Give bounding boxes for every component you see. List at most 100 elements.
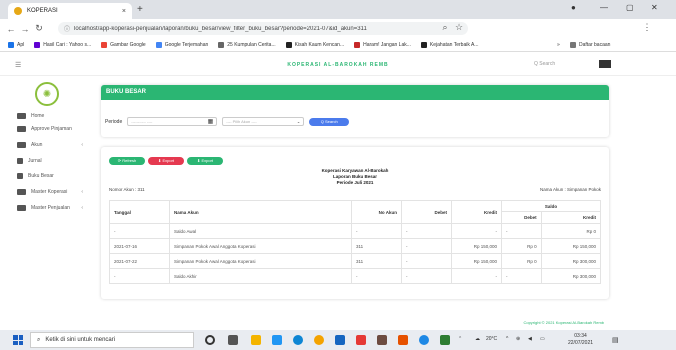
search-icon: ⌕: [37, 336, 41, 343]
more-bookmarks-icon[interactable]: »: [557, 42, 560, 48]
network-icon[interactable]: ⊕: [516, 336, 520, 342]
col-saldo: Saldo: [501, 200, 601, 212]
cortana-icon[interactable]: [205, 335, 215, 345]
star-icon[interactable]: ☆: [452, 22, 466, 33]
sidebar: ✺ Home Approve Pinjaman Akun ‹ Jurnal Bu…: [0, 76, 96, 320]
book-icon: [17, 173, 23, 179]
home-icon: [17, 113, 26, 119]
info-icon: ⓘ: [64, 27, 71, 33]
favicon-icon: [14, 7, 22, 15]
reload-icon[interactable]: ↻: [32, 23, 46, 34]
refresh-button[interactable]: ⟳ Refresh: [109, 157, 145, 165]
edge-icon[interactable]: [293, 335, 303, 345]
chrome-icon[interactable]: [314, 335, 324, 345]
tray-up-icon[interactable]: ^: [506, 336, 508, 342]
page-title: BUKU BESAR: [101, 85, 609, 100]
brand-title: KOPERASI AL-BAROKAH REMB: [287, 62, 389, 68]
nama-akun: Nama Akun : Simpanan Pokok: [539, 187, 601, 192]
search-button[interactable]: Q Search: [309, 117, 350, 126]
table-row: 2021-07-16 Simpanan Pokok Awal Anggota K…: [109, 238, 602, 254]
file-icon: [17, 158, 23, 164]
app-blue-icon[interactable]: [419, 335, 429, 345]
battery-icon[interactable]: ▭: [540, 336, 545, 342]
bookmark-item[interactable]: 25 Kumpulan Cerita...: [218, 41, 276, 48]
menu-icon[interactable]: ⋮: [640, 22, 654, 33]
col-nama-akun: Nama Akun: [169, 200, 352, 224]
profile-dot-icon[interactable]: ●: [571, 3, 576, 12]
bookmark-item[interactable]: Hasil Cari : Yahoo s...: [34, 41, 91, 48]
app-orange-icon[interactable]: [398, 335, 408, 345]
col-no-akun: No Akun: [351, 200, 402, 224]
periode-input[interactable]: ----------- ---- ▦: [127, 117, 218, 126]
bookmark-item[interactable]: Google Terjemahan: [155, 41, 208, 48]
bookmarks-bar: Apl Hasil Cari : Yahoo s... Gambar Googl…: [0, 38, 676, 52]
sidebar-item-master-koperasi[interactable]: Master Koperasi ‹: [17, 189, 83, 195]
back-icon[interactable]: ←: [4, 24, 18, 34]
user-avatar[interactable]: [599, 60, 611, 68]
reading-list[interactable]: Daftar bacaan: [570, 41, 610, 48]
bookmark-item[interactable]: Kisah Kaum Kencan...: [285, 41, 344, 48]
url-text: localhost/app-koperasi-penjualan/laporan…: [74, 25, 367, 32]
users-icon: [17, 126, 26, 132]
store-icon[interactable]: [272, 335, 282, 345]
folder-icon: [17, 142, 26, 148]
sidebar-item-home[interactable]: Home: [17, 113, 83, 119]
bookmark-item[interactable]: Apl: [8, 41, 24, 48]
bookmark-item[interactable]: Haram! Jangan Lak...: [354, 41, 411, 48]
tab-title: KOPERASI: [27, 8, 58, 14]
close-window-icon[interactable]: ✕: [651, 3, 658, 12]
report-card: ⟳ Refresh ⬇ Export ⬇ Export Koperasi Kar…: [101, 147, 609, 299]
tab-close-icon[interactable]: ×: [122, 8, 126, 15]
maximize-icon[interactable]: ▢: [626, 3, 634, 12]
chevron-left-icon: ‹: [81, 189, 83, 195]
col-debet: Debet: [401, 200, 452, 224]
zoom-icon[interactable]: ⌕: [438, 22, 452, 33]
chevron-left-icon: ‹: [81, 205, 83, 211]
filter-card: BUKU BESAR Periode ----------- ---- ▦ --…: [101, 85, 609, 137]
koperasi-logo: ✺: [35, 82, 59, 106]
app-icon[interactable]: [335, 335, 345, 345]
minimize-icon[interactable]: —: [600, 3, 608, 12]
weather-temp: 20°C: [486, 336, 498, 342]
sidebar-item-akun[interactable]: Akun ‹: [17, 142, 83, 148]
task-view-icon[interactable]: [228, 335, 238, 345]
sidebar-item-approve-pinjaman[interactable]: Approve Pinjaman: [17, 126, 83, 132]
taskbar-search[interactable]: ⌕ Ketik di sini untuk mencari: [30, 332, 194, 348]
sidebar-item-master-penjualan[interactable]: Master Penjualan ‹: [17, 205, 83, 211]
calendar-icon[interactable]: ▦: [208, 118, 214, 125]
header-search[interactable]: Q Search: [534, 61, 555, 67]
filter-row: Periode ----------- ---- ▦ ---- Pilih Ak…: [105, 117, 350, 126]
report-period: Periode Juli 2021: [336, 180, 374, 185]
action-buttons: ⟳ Refresh ⬇ Export ⬇ Export: [109, 157, 223, 165]
windows-start-icon[interactable]: [13, 335, 23, 345]
table-row: 2021-07-22 Simpanan Pokok Awal Anggota K…: [109, 253, 602, 269]
sidebar-item-jurnal[interactable]: Jurnal: [17, 158, 83, 164]
notification-icon[interactable]: ▤: [612, 336, 619, 344]
folder-icon: [17, 205, 26, 211]
file-explorer-icon[interactable]: [251, 335, 261, 345]
app-red-icon[interactable]: [356, 335, 366, 345]
bookmark-item[interactable]: Kejahatan Terbaik A...: [420, 41, 478, 48]
col-kredit: Kredit: [451, 200, 502, 224]
col-tanggal: Tanggal: [109, 200, 170, 224]
app-green-icon[interactable]: [440, 335, 450, 345]
report-org: Koperasi Karyawan Al-Barokah: [321, 168, 389, 173]
address-bar: ← → ↻ ⓘ localhost/app-koperasi-penjualan…: [0, 19, 676, 51]
browser-tab[interactable]: KOPERASI ×: [8, 3, 132, 19]
akun-select[interactable]: ---- Pilih Akun ---- ⌄: [222, 117, 305, 126]
forward-icon[interactable]: →: [18, 24, 32, 34]
taskbar-clock[interactable]: 03:34 22/07/2021: [568, 333, 593, 347]
periode-label: Periode: [105, 118, 123, 125]
sidebar-item-buku-besar[interactable]: Buku Besar: [17, 173, 83, 179]
copyright-footer: Copyright © 2021 Koperasi Al-Barokah Rem…: [523, 320, 604, 325]
table-row: - Saldo Akhir - - - - Rp 300,000: [109, 268, 602, 284]
new-tab-button[interactable]: +: [137, 4, 143, 15]
export-excel-button[interactable]: ⬇ Export: [187, 157, 223, 165]
speaker-icon[interactable]: ◀: [528, 336, 532, 342]
export-pdf-button[interactable]: ⬇ Export: [148, 157, 184, 165]
url-field[interactable]: ⓘ localhost/app-koperasi-penjualan/lapor…: [58, 22, 468, 35]
app-brown-icon[interactable]: [377, 335, 387, 345]
tray-chevron-icon[interactable]: ⌃: [458, 336, 462, 342]
app-header: ☰ KOPERASI AL-BAROKAH REMB Q Search: [0, 52, 676, 76]
bookmark-item[interactable]: Gambar Google: [101, 41, 146, 48]
